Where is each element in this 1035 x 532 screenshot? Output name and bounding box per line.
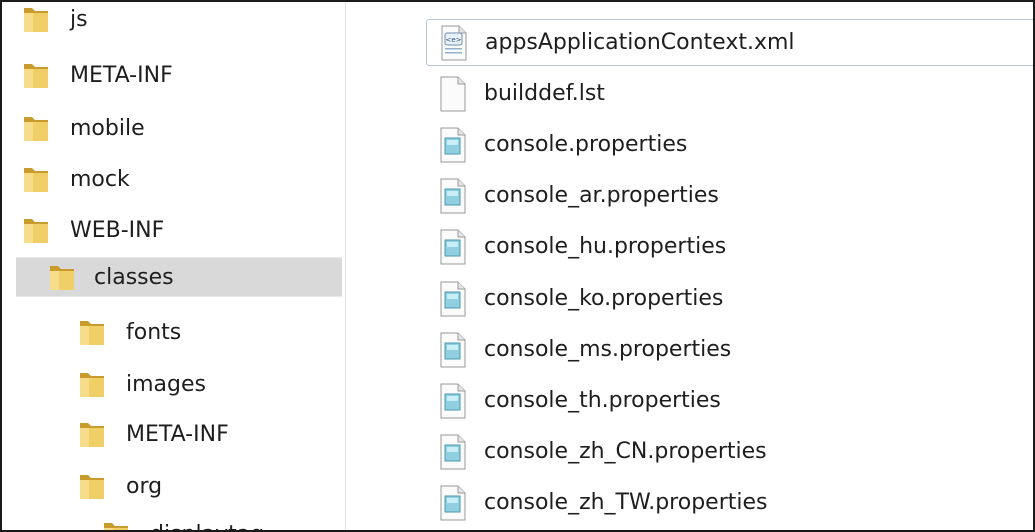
tree-item-fonts[interactable]: fonts	[78, 312, 181, 352]
tree-item-displaytag[interactable]: displaytag	[102, 514, 264, 531]
file-item-console[interactable]: console.properties	[426, 121, 1033, 168]
pane-divider[interactable]	[345, 2, 346, 530]
file-name: appsApplicationContext.xml	[485, 30, 795, 55]
blank-file-icon	[438, 76, 468, 112]
folder-tree: js META-INF mobile mock WEB-INF classes …	[2, 2, 345, 531]
folder-icon	[78, 471, 106, 501]
folder-icon	[22, 60, 50, 90]
folder-icon	[78, 317, 106, 347]
file-name: console_ar.properties	[484, 183, 719, 208]
folder-icon	[22, 113, 50, 143]
tree-item-js[interactable]: js	[22, 2, 88, 39]
file-name: console_ko.properties	[484, 286, 724, 311]
properties-file-icon	[438, 178, 468, 214]
tree-item-web-inf[interactable]: WEB-INF	[22, 210, 164, 250]
file-list: <e> appsApplicationContext.xml builddef.…	[426, 2, 1033, 530]
tree-item-label: mobile	[70, 115, 145, 141]
tree-item-label: fonts	[126, 319, 182, 345]
properties-file-icon	[438, 127, 468, 163]
file-name: console.properties	[484, 132, 688, 157]
tree-item-org[interactable]: org	[78, 466, 162, 506]
properties-file-icon	[438, 229, 468, 265]
file-item-apps-application-context[interactable]: <e> appsApplicationContext.xml	[426, 19, 1033, 66]
xml-file-icon: <e>	[439, 25, 469, 61]
tree-item-label: org	[126, 473, 163, 499]
tree-item-label: META-INF	[70, 62, 173, 88]
file-item-console-zh-cn[interactable]: console_zh_CN.properties	[426, 428, 1033, 475]
tree-item-label: images	[126, 371, 206, 397]
tree-item-meta-inf-2[interactable]: META-INF	[78, 414, 229, 454]
file-name: console_ms.properties	[484, 337, 732, 362]
folder-icon	[22, 164, 50, 194]
file-item-console-ar[interactable]: console_ar.properties	[426, 172, 1033, 219]
properties-file-icon	[438, 281, 468, 317]
tree-item-label: WEB-INF	[70, 217, 165, 243]
tree-item-label: META-INF	[126, 421, 229, 447]
file-name: console_th.properties	[484, 388, 721, 413]
folder-open-icon	[48, 262, 76, 292]
tree-item-meta-inf[interactable]: META-INF	[22, 55, 173, 95]
file-item-console-ko[interactable]: console_ko.properties	[426, 275, 1033, 322]
properties-file-icon	[438, 434, 468, 470]
properties-file-icon	[438, 383, 468, 419]
file-name: builddef.lst	[484, 81, 605, 106]
tree-item-mobile[interactable]: mobile	[22, 108, 145, 148]
file-name: console_hu.properties	[484, 234, 727, 259]
file-name: console_zh_CN.properties	[484, 439, 767, 464]
folder-icon	[22, 215, 50, 245]
folder-icon	[78, 419, 106, 449]
folder-icon	[102, 519, 130, 530]
tree-item-label: mock	[70, 166, 130, 192]
tree-item-label: js	[70, 6, 88, 32]
folder-icon	[22, 4, 50, 34]
svg-text:<e>: <e>	[445, 36, 461, 44]
file-item-console-zh-tw[interactable]: console_zh_TW.properties	[426, 479, 1033, 526]
file-item-console-th[interactable]: console_th.properties	[426, 377, 1033, 424]
folder-icon	[78, 369, 106, 399]
file-item-builddef[interactable]: builddef.lst	[426, 70, 1033, 117]
file-item-console-hu[interactable]: console_hu.properties	[426, 223, 1033, 270]
tree-item-label: displaytag	[150, 522, 264, 531]
tree-item-classes[interactable]: classes	[16, 257, 342, 297]
tree-item-mock[interactable]: mock	[22, 159, 130, 199]
properties-file-icon	[438, 332, 468, 368]
file-item-console-ms[interactable]: console_ms.properties	[426, 326, 1033, 373]
file-name: console_zh_TW.properties	[484, 490, 768, 515]
properties-file-icon	[438, 485, 468, 521]
tree-item-label: classes	[94, 264, 174, 290]
tree-item-images[interactable]: images	[78, 364, 206, 404]
explorer-window: js META-INF mobile mock WEB-INF classes …	[0, 0, 1035, 532]
